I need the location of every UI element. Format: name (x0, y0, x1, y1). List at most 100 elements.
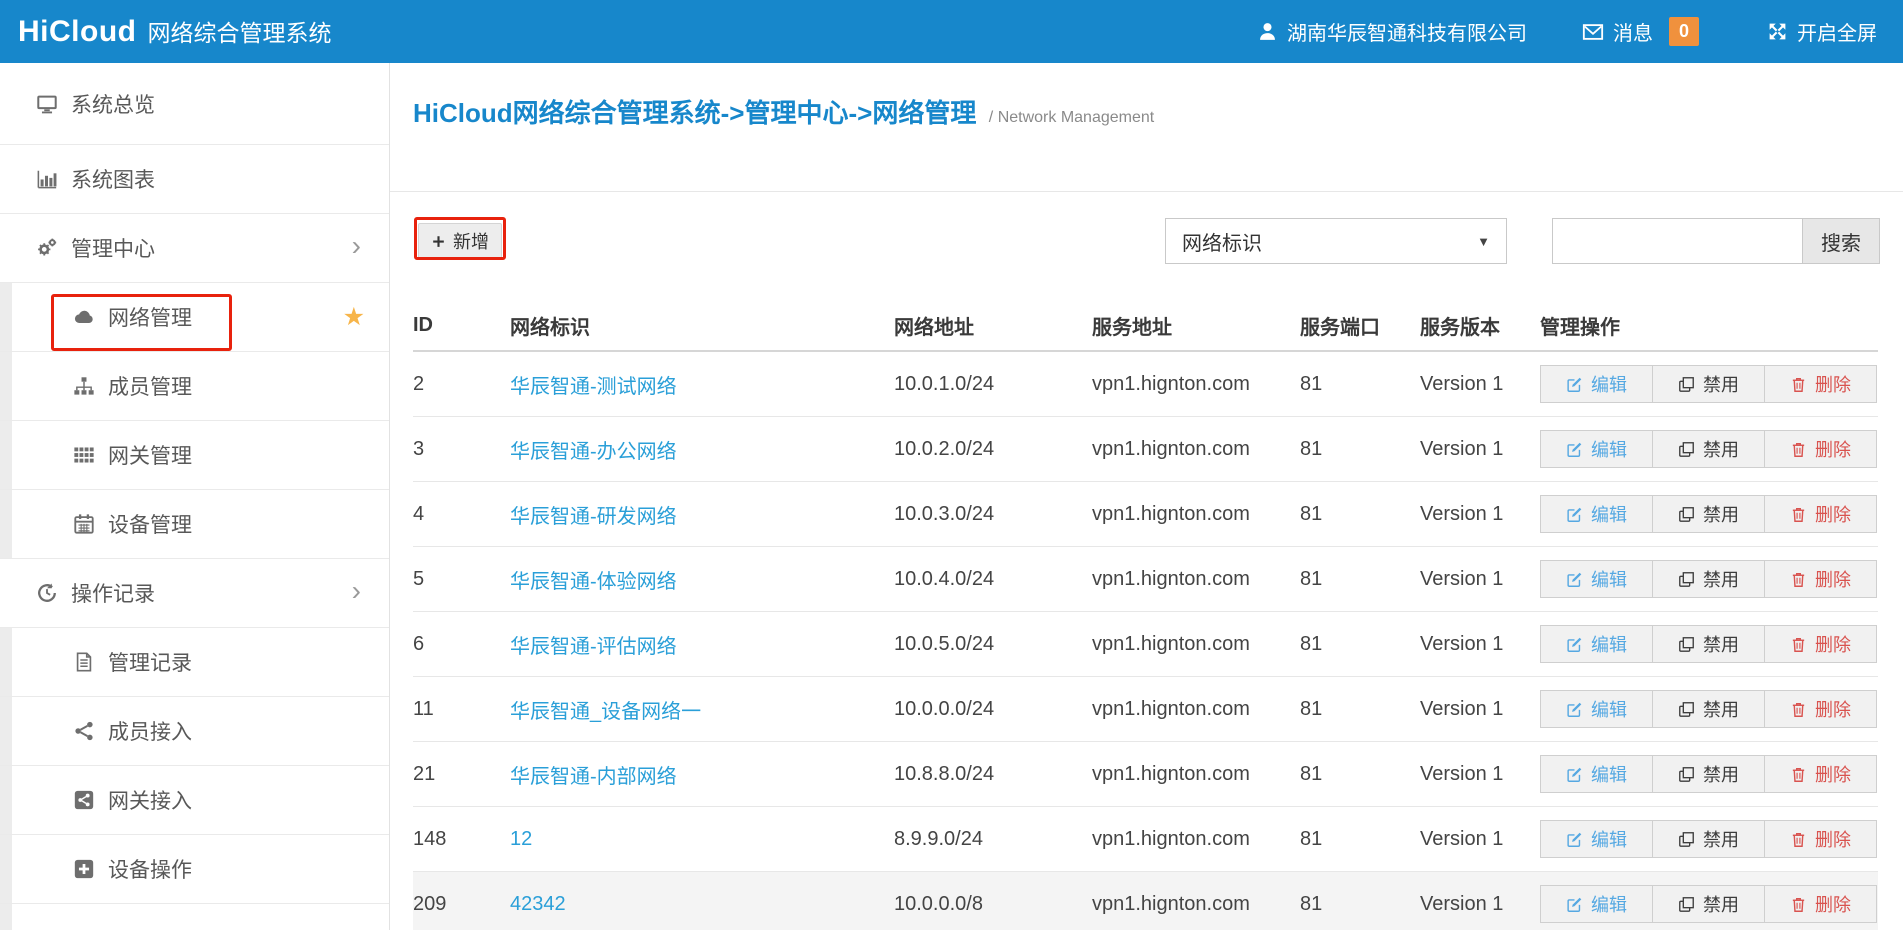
disable-button[interactable]: 禁用 (1652, 755, 1765, 793)
sidebar-item-device-operations[interactable]: 设备操作 (0, 835, 389, 904)
cell-server-port: 81 (1300, 742, 1420, 807)
disable-button[interactable]: 禁用 (1652, 625, 1765, 663)
cell-id: 21 (413, 742, 510, 807)
cell-actions: 编辑 禁用 删除 (1540, 872, 1878, 930)
filter-select-value: 网络标识 (1182, 227, 1262, 256)
network-link[interactable]: 华辰智通-研发网络 (510, 506, 677, 528)
network-link[interactable]: 华辰智通-测试网络 (510, 376, 677, 398)
delete-button[interactable]: 删除 (1764, 430, 1877, 468)
user-menu[interactable]: 湖南华辰智通科技有限公司 (1257, 17, 1527, 46)
edit-button[interactable]: 编辑 (1540, 560, 1653, 598)
edit-button[interactable]: 编辑 (1540, 885, 1653, 923)
messages-menu[interactable]: 消息 0 (1582, 17, 1699, 46)
sidebar-item-system-overview[interactable]: 系统总览 (0, 63, 389, 145)
network-link[interactable]: 华辰智通_设备网络一 (510, 701, 701, 723)
fullscreen-toggle[interactable]: 开启全屏 (1767, 17, 1877, 46)
sidebar-item-system-charts[interactable]: 系统图表 (0, 145, 389, 214)
edit-button[interactable]: 编辑 (1540, 690, 1653, 728)
cell-network-address: 10.0.2.0/24 (894, 417, 1092, 482)
add-button[interactable]: 新增 (418, 223, 502, 259)
disable-button[interactable]: 禁用 (1652, 560, 1765, 598)
cell-actions: 编辑 禁用 删除 (1540, 677, 1878, 742)
network-link[interactable]: 华辰智通-体验网络 (510, 571, 677, 593)
cell-server-address: vpn1.hignton.com (1092, 351, 1300, 417)
cell-server-version: Version 1 (1420, 742, 1540, 807)
cell-network-address: 10.0.0.0/24 (894, 677, 1092, 742)
disable-button[interactable]: 禁用 (1652, 495, 1765, 533)
table-row: 5 华辰智通-体验网络 10.0.4.0/24 vpn1.hignton.com… (413, 547, 1878, 612)
sidebar-item-management-records[interactable]: 管理记录 (0, 628, 389, 697)
table-header-row: ID 网络标识 网络地址 服务地址 服务端口 服务版本 管理操作 (413, 300, 1878, 351)
disable-button[interactable]: 禁用 (1652, 820, 1765, 858)
cell-server-port: 81 (1300, 547, 1420, 612)
cell-server-version: Version 1 (1420, 807, 1540, 872)
toolbar: 新增 网络标识 ▼ 搜索 (418, 218, 1880, 264)
search-input[interactable] (1552, 218, 1802, 264)
calendar-icon (73, 513, 95, 535)
delete-button[interactable]: 删除 (1764, 495, 1877, 533)
delete-button[interactable]: 删除 (1764, 755, 1877, 793)
sidebar-item-network-management[interactable]: 网络管理 ★ (0, 283, 389, 352)
cell-id: 6 (413, 612, 510, 677)
sidebar-item-gateway-management[interactable]: 网关管理 (0, 421, 389, 490)
disable-button[interactable]: 禁用 (1652, 430, 1765, 468)
trash-icon (1790, 831, 1807, 848)
cell-network-name: 华辰智通-体验网络 (510, 547, 894, 612)
disable-button[interactable]: 禁用 (1652, 690, 1765, 728)
trash-icon (1790, 766, 1807, 783)
delete-button[interactable]: 删除 (1764, 885, 1877, 923)
cell-actions: 编辑 禁用 删除 (1540, 612, 1878, 677)
table-row: 4 华辰智通-研发网络 10.0.3.0/24 vpn1.hignton.com… (413, 482, 1878, 547)
filter-select[interactable]: 网络标识 ▼ (1165, 218, 1507, 264)
network-link[interactable]: 华辰智通-评估网络 (510, 636, 677, 658)
delete-button[interactable]: 删除 (1764, 625, 1877, 663)
sidebar-item-label: 操作记录 (71, 578, 155, 608)
messages-label: 消息 (1613, 17, 1653, 46)
sidebar-item-member-management[interactable]: 成员管理 (0, 352, 389, 421)
disable-button[interactable]: 禁用 (1652, 365, 1765, 403)
cell-actions: 编辑 禁用 删除 (1540, 417, 1878, 482)
sidebar-item-device-management[interactable]: 设备管理 (0, 490, 389, 559)
edit-button[interactable]: 编辑 (1540, 820, 1653, 858)
trash-icon (1790, 441, 1807, 458)
page-subtitle: / Network Management (989, 109, 1154, 126)
table-row: 148 12 8.9.9.0/24 vpn1.hignton.com 81 Ve… (413, 807, 1878, 872)
edit-button[interactable]: 编辑 (1540, 365, 1653, 403)
disable-button[interactable]: 禁用 (1652, 885, 1765, 923)
edit-button[interactable]: 编辑 (1540, 625, 1653, 663)
edit-button[interactable]: 编辑 (1540, 430, 1653, 468)
cell-server-port: 81 (1300, 807, 1420, 872)
cell-network-name: 华辰智通-办公网络 (510, 417, 894, 482)
edit-button[interactable]: 编辑 (1540, 495, 1653, 533)
network-link[interactable]: 12 (510, 828, 532, 850)
page-header: HiCloud网络综合管理系统->管理中心->网络管理 / Network Ma… (390, 63, 1903, 192)
network-link[interactable]: 华辰智通-办公网络 (510, 441, 677, 463)
sidebar-item-label: 管理中心 (71, 233, 155, 263)
sidebar-item-operation-records[interactable]: 操作记录 › (0, 559, 389, 628)
sidebar-item-gateway-access[interactable]: 网关接入 (0, 766, 389, 835)
sidebar-item-member-access[interactable]: 成员接入 (0, 697, 389, 766)
cell-server-port: 81 (1300, 677, 1420, 742)
edit-button[interactable]: 编辑 (1540, 755, 1653, 793)
column-id: ID (413, 300, 510, 351)
cell-server-port: 81 (1300, 612, 1420, 677)
clone-icon (1678, 506, 1695, 523)
sidebar-filler (0, 904, 389, 930)
cell-server-address: vpn1.hignton.com (1092, 417, 1300, 482)
network-link[interactable]: 42342 (510, 893, 566, 915)
network-link[interactable]: 华辰智通-内部网络 (510, 766, 677, 788)
delete-button[interactable]: 删除 (1764, 560, 1877, 598)
brand[interactable]: HiCloud 网络综合管理系统 (18, 14, 331, 49)
delete-button[interactable]: 删除 (1764, 690, 1877, 728)
main-content: HiCloud网络综合管理系统->管理中心->网络管理 / Network Ma… (390, 63, 1903, 930)
delete-button[interactable]: 删除 (1764, 820, 1877, 858)
search-button[interactable]: 搜索 (1802, 218, 1880, 264)
delete-button[interactable]: 删除 (1764, 365, 1877, 403)
action-button-group: 编辑 禁用 删除 (1540, 625, 1878, 663)
sidebar-item-label: 网关管理 (108, 440, 192, 470)
cell-server-port: 81 (1300, 351, 1420, 417)
action-button-group: 编辑 禁用 删除 (1540, 560, 1878, 598)
user-icon (1257, 21, 1278, 42)
sidebar-item-admin-center[interactable]: 管理中心 › (0, 214, 389, 283)
trash-icon (1790, 571, 1807, 588)
